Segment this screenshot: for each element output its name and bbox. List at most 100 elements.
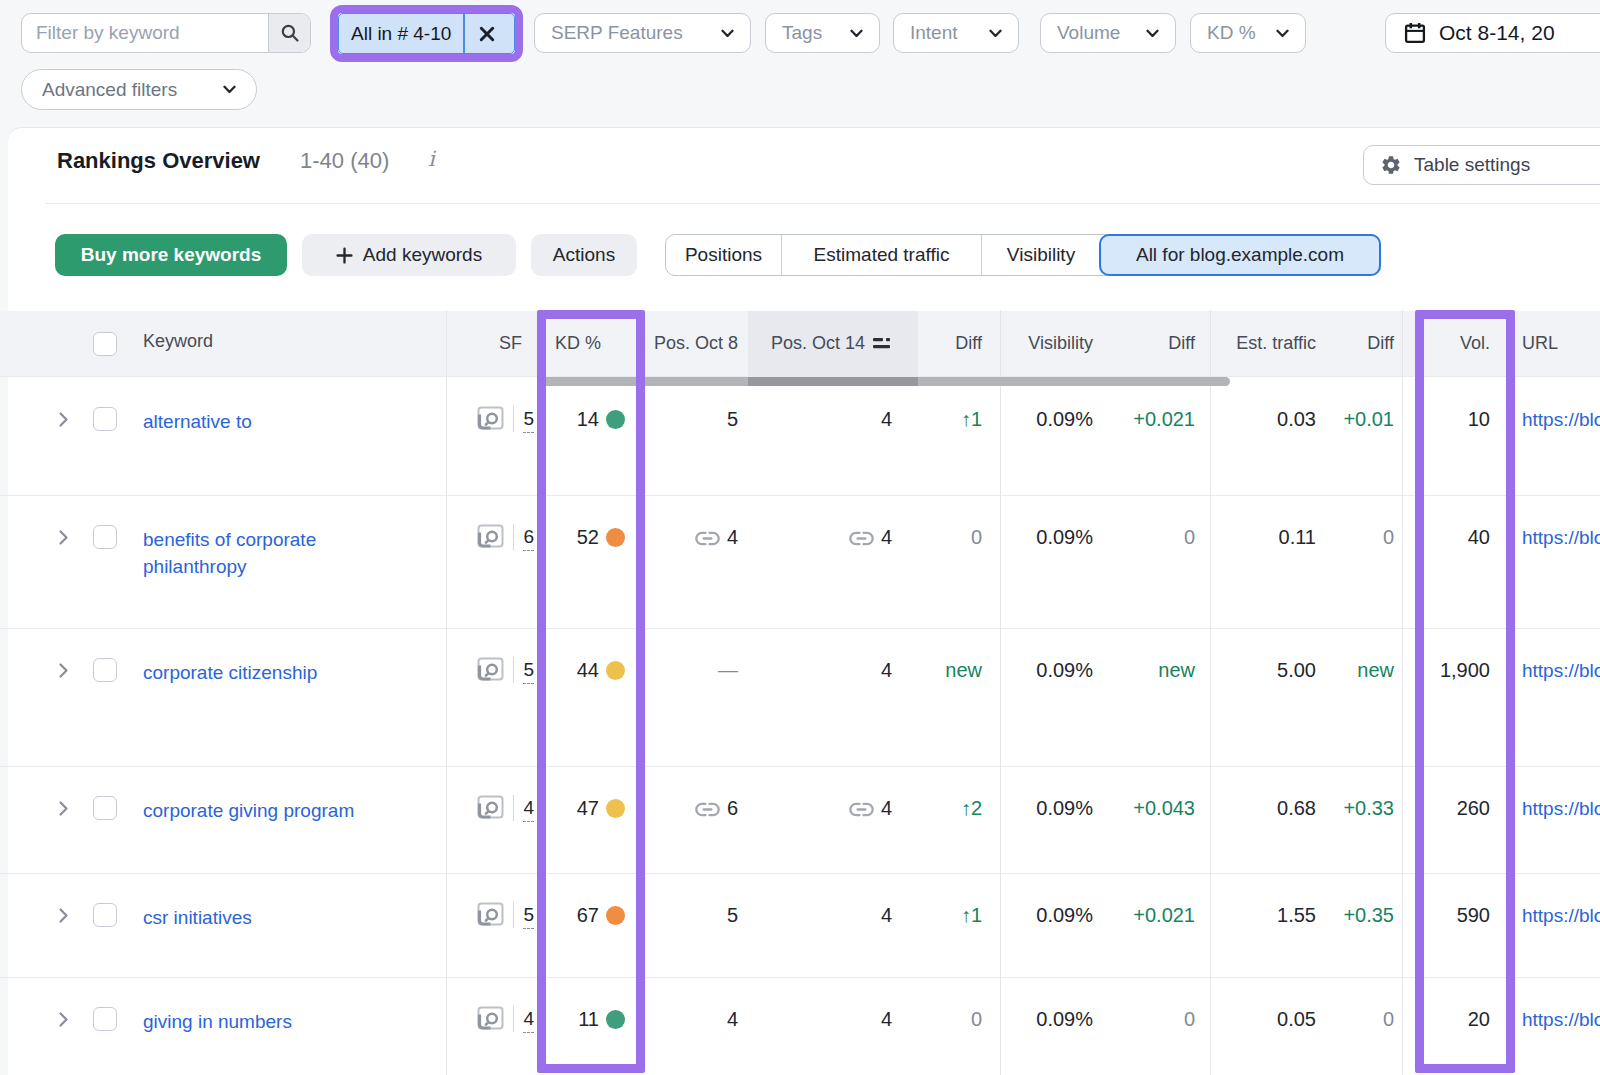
chevron-down-icon bbox=[850, 29, 863, 38]
scrollbar-thumb[interactable] bbox=[748, 377, 918, 386]
est-traffic-diff: 0 bbox=[1330, 496, 1402, 628]
serp-features-icon[interactable] bbox=[477, 795, 504, 820]
actions-button[interactable]: Actions bbox=[531, 234, 637, 276]
serp-features-icon[interactable] bbox=[477, 406, 504, 431]
keyword-link[interactable]: giving in numbers bbox=[143, 1008, 292, 1035]
serp-features-icon[interactable] bbox=[477, 1006, 504, 1031]
table-settings-button[interactable]: Table settings bbox=[1363, 145, 1600, 185]
tab-all-for-domain[interactable]: All for blog.example.com bbox=[1099, 234, 1381, 276]
column-header-pos-old[interactable]: Pos. Oct 8 bbox=[647, 333, 748, 354]
est-traffic-diff: +0.01 bbox=[1330, 378, 1402, 495]
serp-features-icon[interactable] bbox=[477, 902, 504, 927]
chevron-down-icon bbox=[989, 29, 1002, 38]
keyword-filter-input[interactable] bbox=[22, 22, 268, 44]
close-icon bbox=[479, 26, 495, 42]
date-range-picker[interactable]: Oct 8-14, 20 bbox=[1385, 13, 1600, 53]
table-row: corporate citizenship 5 44 — 4 new 0.09%… bbox=[0, 629, 1600, 767]
expand-chevron-icon[interactable] bbox=[58, 411, 69, 428]
chevron-down-icon bbox=[1146, 29, 1159, 38]
position-old-cell: 6 bbox=[647, 767, 748, 873]
intent-dropdown[interactable]: Intent bbox=[893, 13, 1019, 53]
add-keywords-label: Add keywords bbox=[363, 244, 482, 266]
row-checkbox[interactable] bbox=[93, 658, 117, 682]
serp-features-dropdown[interactable]: SERP Features bbox=[534, 13, 751, 53]
expand-chevron-icon[interactable] bbox=[58, 1011, 69, 1028]
visibility-value: 0.09% bbox=[1000, 378, 1108, 495]
keyword-link[interactable]: corporate citizenship bbox=[143, 659, 317, 686]
search-icon bbox=[280, 23, 300, 43]
chevron-down-icon bbox=[223, 85, 236, 94]
filter-bar: All in # 4-10 SERP Features Tags Intent … bbox=[0, 0, 1600, 127]
column-header-est-traffic[interactable]: Est. traffic bbox=[1210, 333, 1330, 354]
serp-features-count[interactable]: 4 bbox=[523, 797, 534, 822]
table-row: csr initiatives 5 67 5 4 ↑1 0.09% +0.021… bbox=[0, 874, 1600, 978]
keyword-link[interactable]: corporate giving program bbox=[143, 797, 354, 824]
position-old-cell: — bbox=[647, 629, 748, 766]
column-header-volume[interactable]: Vol. bbox=[1402, 333, 1510, 354]
visibility-value: 0.09% bbox=[1000, 629, 1108, 766]
position-new-cell: 4 bbox=[748, 978, 918, 1075]
est-traffic-value: 0.68 bbox=[1210, 767, 1330, 873]
position-diff: 0 bbox=[918, 496, 1000, 628]
serp-features-count[interactable]: 5 bbox=[523, 659, 534, 684]
advanced-filters-dropdown[interactable]: Advanced filters bbox=[21, 69, 257, 110]
search-button[interactable] bbox=[268, 14, 310, 52]
position-old-cell: 5 bbox=[647, 874, 748, 977]
url-link[interactable]: https://blog.example.com bbox=[1522, 527, 1600, 548]
divider bbox=[513, 406, 514, 432]
url-link[interactable]: https://blog.example.com bbox=[1522, 409, 1600, 430]
volume-dropdown[interactable]: Volume bbox=[1040, 13, 1176, 53]
url-link[interactable]: https://blog.example.com bbox=[1522, 905, 1600, 926]
tab-estimated-traffic[interactable]: Estimated traffic bbox=[781, 235, 981, 275]
url-link[interactable]: https://blog.example.com bbox=[1522, 1009, 1600, 1030]
serp-features-count[interactable]: 5 bbox=[523, 904, 534, 929]
expand-chevron-icon[interactable] bbox=[58, 529, 69, 546]
serp-features-icon[interactable] bbox=[477, 524, 504, 549]
column-divider bbox=[446, 310, 447, 1075]
keyword-link[interactable]: benefits of corporate philanthropy bbox=[143, 526, 415, 580]
horizontal-scrollbar[interactable] bbox=[540, 377, 1230, 386]
column-header-visibility[interactable]: Visibility bbox=[1000, 333, 1108, 354]
expand-chevron-icon[interactable] bbox=[58, 800, 69, 817]
buy-more-keywords-button[interactable]: Buy more keywords bbox=[55, 234, 287, 276]
remove-filter-button[interactable] bbox=[465, 14, 509, 53]
column-header-pos-new[interactable]: Pos. Oct 14 bbox=[748, 311, 918, 376]
expand-chevron-icon[interactable] bbox=[58, 662, 69, 679]
serp-features-count[interactable]: 5 bbox=[523, 408, 534, 433]
tab-visibility[interactable]: Visibility bbox=[981, 235, 1100, 275]
row-checkbox[interactable] bbox=[93, 525, 117, 549]
position-new-cell: 4 bbox=[748, 496, 918, 628]
serp-features-icon[interactable] bbox=[477, 657, 504, 682]
position-new-cell: 4 bbox=[748, 378, 918, 495]
position-filter-chip[interactable]: All in # 4-10 bbox=[338, 13, 515, 54]
plus-icon bbox=[336, 247, 353, 264]
info-icon[interactable]: i bbox=[428, 147, 435, 171]
expand-chevron-icon[interactable] bbox=[58, 907, 69, 924]
kd-dropdown[interactable]: KD % bbox=[1190, 13, 1306, 53]
volume-value: 10 bbox=[1402, 378, 1510, 495]
serp-features-count[interactable]: 4 bbox=[523, 1008, 534, 1033]
select-all-checkbox[interactable] bbox=[93, 332, 117, 356]
visibility-diff: 0 bbox=[1108, 496, 1210, 628]
row-checkbox[interactable] bbox=[93, 407, 117, 431]
keyword-link[interactable]: csr initiatives bbox=[143, 904, 252, 931]
chevron-down-icon bbox=[721, 29, 734, 38]
keyword-link[interactable]: alternative to bbox=[143, 408, 252, 435]
column-header-url: URL bbox=[1510, 333, 1600, 354]
link-icon bbox=[695, 801, 720, 818]
url-link[interactable]: https://blog.example.com bbox=[1522, 798, 1600, 819]
column-header-sf: SF bbox=[446, 333, 537, 354]
kd-level-dot bbox=[606, 799, 625, 818]
row-checkbox[interactable] bbox=[93, 796, 117, 820]
add-keywords-button[interactable]: Add keywords bbox=[302, 234, 516, 276]
tab-positions[interactable]: Positions bbox=[666, 235, 781, 275]
row-checkbox[interactable] bbox=[93, 1007, 117, 1031]
serp-features-count[interactable]: 6 bbox=[523, 526, 534, 551]
column-divider bbox=[1402, 310, 1403, 1075]
column-header-keyword: Keyword bbox=[143, 331, 213, 352]
est-traffic-value: 0.05 bbox=[1210, 978, 1330, 1075]
tags-dropdown[interactable]: Tags bbox=[765, 13, 880, 53]
url-link[interactable]: https://blog.example.com bbox=[1522, 660, 1600, 681]
row-checkbox[interactable] bbox=[93, 903, 117, 927]
column-header-diff2: Diff bbox=[1108, 333, 1210, 354]
